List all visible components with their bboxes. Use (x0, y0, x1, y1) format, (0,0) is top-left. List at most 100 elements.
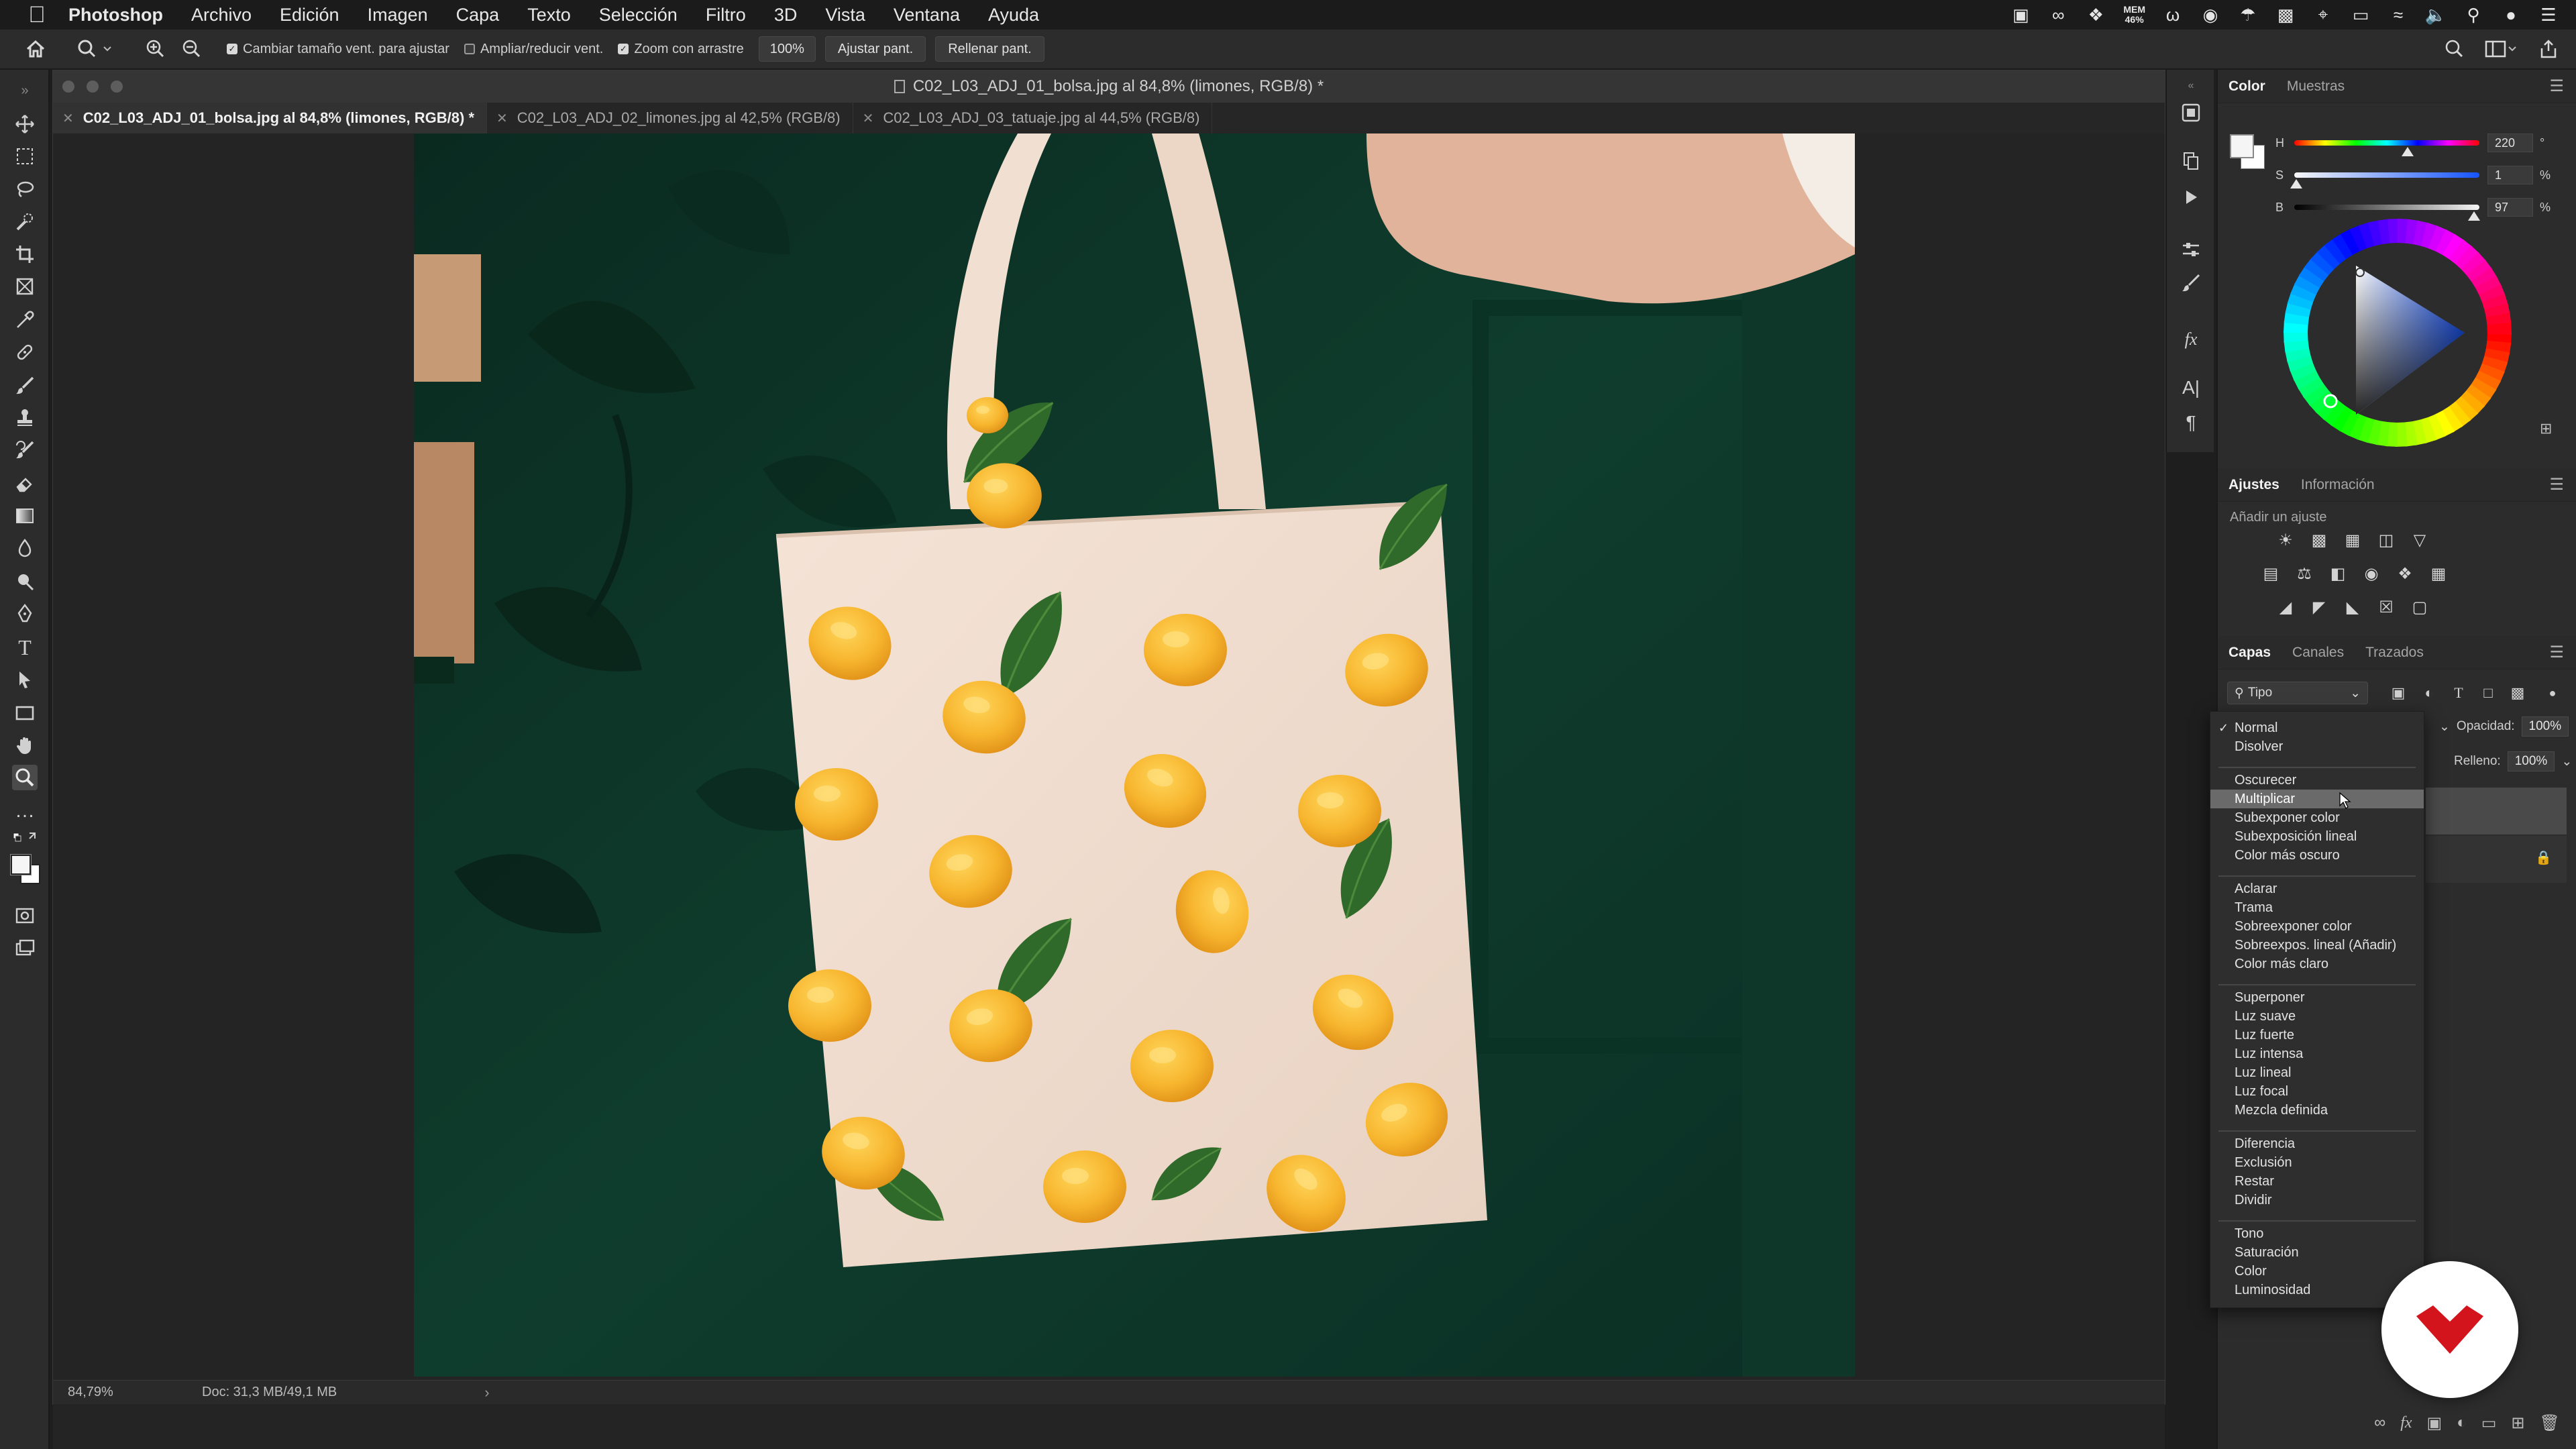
volume-icon[interactable]: 🔈 (2425, 5, 2447, 25)
hand-tool-icon[interactable] (12, 733, 38, 758)
more-tools-icon[interactable]: … (12, 798, 38, 824)
blend-option-luz-intensa[interactable]: Luz intensa (2210, 1044, 2424, 1063)
zoom-readout[interactable]: 84,79% (68, 1385, 202, 1400)
hue-saturation-icon[interactable]: ▤ (2261, 564, 2281, 584)
quick-selection-tool-icon[interactable] (12, 209, 38, 235)
menu-app[interactable]: Photoshop (68, 5, 163, 25)
blend-option-color-mas-claro[interactable]: Color más claro (2210, 955, 2424, 973)
menu-texto[interactable]: Texto (527, 5, 571, 25)
brush-tool-icon[interactable] (12, 373, 38, 398)
levels-icon[interactable]: ▩ (2309, 530, 2329, 550)
tab-informacion[interactable]: Información (2290, 468, 2385, 502)
home-icon[interactable] (17, 36, 54, 62)
menu-ayuda[interactable]: Ayuda (988, 5, 1039, 25)
saturation-slider[interactable] (2290, 172, 2479, 189)
layer-row-background[interactable]: 🔒 (2426, 836, 2567, 883)
black-white-icon[interactable]: ◧ (2328, 564, 2348, 584)
zoom-tool-preset-icon[interactable] (72, 36, 119, 62)
marquee-tool-icon[interactable] (12, 144, 38, 169)
blend-option-luz-lineal[interactable]: Luz lineal (2210, 1063, 2424, 1082)
hue-input[interactable]: 220 (2487, 133, 2533, 152)
frame-tool-icon[interactable] (12, 274, 38, 299)
dodge-tool-icon[interactable] (12, 569, 38, 594)
dropbox-icon[interactable]: ❖ (2086, 5, 2106, 25)
threshold-icon[interactable]: ◣ (2343, 597, 2363, 617)
blend-option-subexposicion-lineal[interactable]: Subexposición lineal (2210, 827, 2424, 846)
zoom-out-icon[interactable] (176, 36, 208, 62)
history-brush-tool-icon[interactable] (12, 437, 38, 463)
screen-record-icon[interactable]: ▩ (2275, 5, 2296, 25)
saturation-slider-thumb[interactable] (2290, 179, 2302, 189)
new-layer-icon[interactable]: ⊞ (2511, 1413, 2524, 1433)
fit-screen-button[interactable]: Ajustar pant. (824, 36, 926, 62)
minimize-window-button[interactable] (87, 80, 99, 93)
blend-option-luz-suave[interactable]: Luz suave (2210, 1007, 2424, 1026)
close-window-button[interactable] (62, 80, 74, 93)
tab-canales[interactable]: Canales (2282, 636, 2355, 669)
eraser-tool-icon[interactable] (12, 471, 38, 496)
umbrella-icon[interactable]: ☂ (2238, 5, 2258, 25)
pen-tool-icon[interactable] (12, 601, 38, 627)
scrubby-zoom-checkbox[interactable]: ✓ Zoom con arrastre (618, 42, 744, 57)
eyedropper-tool-icon[interactable] (12, 307, 38, 333)
tab-muestras[interactable]: Muestras (2276, 70, 2355, 103)
blend-option-normal[interactable]: ✓ Normal (2210, 718, 2424, 737)
menu-imagen[interactable]: Imagen (368, 5, 428, 25)
blend-option-exclusion[interactable]: Exclusión (2210, 1153, 2424, 1172)
zoom-all-windows-checkbox[interactable]: Ampliar/reducir vent. (464, 42, 603, 57)
collapse-icon[interactable]: « (2179, 74, 2203, 98)
menu-ventana[interactable]: Ventana (894, 5, 960, 25)
menu-3d[interactable]: 3D (774, 5, 798, 25)
workspace-icon[interactable] (2485, 36, 2518, 62)
blend-option-color-mas-oscuro[interactable]: Color más oscuro (2210, 846, 2424, 865)
tab-ajustes[interactable]: Ajustes (2218, 468, 2290, 502)
share-icon[interactable] (2538, 36, 2559, 62)
chevron-down-icon[interactable]: ⌄ (2561, 754, 2572, 769)
tab-capas[interactable]: Capas (2218, 636, 2282, 669)
foreground-color-swatch[interactable] (11, 855, 31, 875)
zoom-window-button[interactable] (111, 80, 123, 93)
blend-option-restar[interactable]: Restar (2210, 1172, 2424, 1191)
panel-menu-icon[interactable]: ☰ (2549, 643, 2564, 662)
siri-icon[interactable]: ● (2501, 5, 2521, 25)
gradient-tool-icon[interactable] (12, 503, 38, 529)
tab-color[interactable]: Color (2218, 70, 2276, 103)
gradient-map-icon[interactable]: ▢ (2410, 597, 2430, 617)
blend-option-superponer[interactable]: Superponer (2210, 988, 2424, 1007)
new-adjustment-icon[interactable]: ◐ (2457, 1413, 2467, 1432)
opacity-input[interactable]: 100% (2521, 716, 2569, 737)
healing-brush-tool-icon[interactable] (12, 339, 38, 365)
zoom-100-button[interactable]: 100% (758, 36, 816, 62)
quick-mask-icon[interactable] (12, 903, 38, 928)
fill-screen-button[interactable]: Rellenar pant. (935, 36, 1044, 62)
apple-icon[interactable]:  (25, 2, 48, 28)
hue-slider[interactable] (2294, 140, 2479, 156)
menu-vista[interactable]: Vista (825, 5, 865, 25)
screen-mode-icon[interactable] (12, 935, 38, 961)
blend-option-aclarar[interactable]: Aclarar (2210, 879, 2424, 898)
creative-cloud-icon[interactable]: ∞ (2048, 5, 2068, 25)
invert-icon[interactable]: ◢ (2275, 597, 2296, 617)
tab-limones[interactable]: ✕ C02_L03_ADJ_02_limones.jpg al 42,5% (RG… (487, 103, 853, 133)
close-tab-icon[interactable]: ✕ (496, 110, 508, 127)
layer-row-selected[interactable] (2426, 788, 2567, 835)
panel-color-swatches[interactable] (2229, 133, 2266, 170)
collapse-icon[interactable]: » (12, 78, 38, 103)
path-selection-tool-icon[interactable] (12, 667, 38, 692)
libraries-icon[interactable] (2179, 101, 2203, 125)
crosshair-icon[interactable]: ⌖ (2313, 4, 2333, 25)
exposure-icon[interactable]: ◫ (2376, 530, 2396, 550)
blend-option-luz-fuerte[interactable]: Luz fuerte (2210, 1026, 2424, 1044)
panel-menu-icon[interactable]: ☰ (2549, 475, 2564, 494)
lock-icon[interactable]: 🔒 (2535, 849, 2552, 866)
blend-option-trama[interactable]: Trama (2210, 898, 2424, 917)
vibrance-icon[interactable]: ▽ (2410, 530, 2430, 550)
layer-filter-select[interactable]: ⚲ Tipo ⌄ (2227, 682, 2368, 704)
brightness-input[interactable]: 97 (2487, 198, 2533, 217)
blend-option-saturacion[interactable]: Saturación (2210, 1243, 2424, 1262)
panel-fg-swatch[interactable] (2230, 134, 2254, 158)
display-icon[interactable]: ▣ (2010, 5, 2031, 25)
color-balance-icon[interactable]: ⚖ (2294, 564, 2314, 584)
menu-archivo[interactable]: Archivo (191, 5, 252, 25)
blur-tool-icon[interactable] (12, 535, 38, 561)
